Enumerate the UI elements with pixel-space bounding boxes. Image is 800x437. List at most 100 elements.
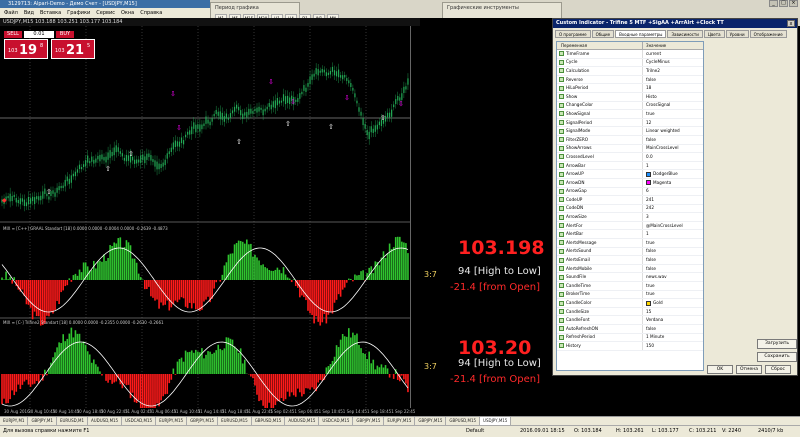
param-row[interactable]: CandleTime true xyxy=(557,282,703,291)
param-row[interactable]: Calculation Trilne2 xyxy=(557,67,703,76)
param-row[interactable]: ArrowGap 6 xyxy=(557,187,703,197)
minimize-button[interactable]: _ xyxy=(769,0,778,7)
param-value-cell[interactable]: CrossSignal xyxy=(643,102,670,110)
param-row[interactable]: AlertBar 1 xyxy=(557,230,703,240)
menu-item-3[interactable]: Графики xyxy=(67,8,90,18)
buy-button[interactable]: BUY xyxy=(56,30,74,38)
dialog-tab-3[interactable]: Зависимости xyxy=(667,30,703,38)
ok-button[interactable]: OK xyxy=(707,365,733,374)
param-value-cell[interactable]: 1 xyxy=(643,162,649,170)
param-value-cell[interactable]: false xyxy=(643,248,656,256)
param-row[interactable]: ArrowBar 1 xyxy=(557,161,703,171)
chart-tab[interactable]: GBPJPY,M1 xyxy=(28,417,57,425)
menu-item-6[interactable]: Справка xyxy=(140,8,162,18)
dialog-tab-5[interactable]: Уровни xyxy=(725,30,749,38)
param-row[interactable]: RefreshPeriod 1 Minute xyxy=(557,333,703,343)
param-value-cell[interactable]: 0.0 xyxy=(643,153,653,161)
menu-item-4[interactable]: Сервис xyxy=(96,8,115,18)
param-value-cell[interactable]: Magenta xyxy=(643,179,671,187)
chart-tab[interactable]: EURJPY,M15 xyxy=(384,417,416,425)
param-row[interactable]: Reverse false xyxy=(557,75,703,85)
param-row[interactable]: CandleSize 15 xyxy=(557,307,703,317)
chart-tab[interactable]: EURUSD,M15 xyxy=(218,417,252,425)
param-row[interactable]: ArrowDN Magenta xyxy=(557,178,703,188)
param-value-cell[interactable]: false xyxy=(643,136,656,144)
chart-tab[interactable]: GBPJPY,M15 xyxy=(353,417,385,425)
param-value-cell[interactable]: true xyxy=(643,110,655,118)
dialog-close-button[interactable]: x xyxy=(787,20,795,27)
param-row[interactable]: AutoRefreshON false xyxy=(557,325,703,334)
cancel-button[interactable]: Отмена xyxy=(736,365,762,374)
param-value-cell[interactable]: 1 xyxy=(643,230,649,238)
param-row[interactable]: SignalMode Linear weighted xyxy=(557,127,703,136)
column-variable[interactable]: Переменная xyxy=(557,42,643,49)
param-row[interactable]: ChangeColor CrossSignal xyxy=(557,101,703,111)
menu-item-5[interactable]: Окна xyxy=(121,8,134,18)
sell-price[interactable]: 103 19 8 xyxy=(4,39,48,59)
dialog-tab-2[interactable]: Входные параметры xyxy=(615,30,667,38)
chart-tab[interactable]: GBPJPY,M15 xyxy=(187,417,219,425)
param-row[interactable]: FilterZERO false xyxy=(557,135,703,145)
param-row[interactable]: ArrowUP DodgerBlue xyxy=(557,170,703,179)
param-row[interactable]: ArrowSize 3 xyxy=(557,213,703,222)
param-row[interactable]: AlertsSound false xyxy=(557,247,703,257)
param-value-cell[interactable]: 18 xyxy=(643,84,651,92)
param-row[interactable]: TimeFrame current xyxy=(557,50,703,59)
chart-tab[interactable]: GBPUSD,M15 xyxy=(446,417,481,425)
close-window-button[interactable]: × xyxy=(789,0,798,7)
param-value-cell[interactable]: current xyxy=(643,50,661,58)
param-row[interactable]: HiLoPeriod 18 xyxy=(557,84,703,93)
chart-tab[interactable]: EURJPY,M15 xyxy=(156,417,188,425)
param-value-cell[interactable]: false xyxy=(643,325,656,333)
param-value-cell[interactable]: false xyxy=(643,265,656,273)
param-value-cell[interactable]: false xyxy=(643,256,656,264)
param-value-cell[interactable]: 1 Minute xyxy=(643,334,664,342)
param-value-cell[interactable]: true xyxy=(643,239,655,247)
dialog-tab-0[interactable]: О программе xyxy=(555,30,591,38)
param-value-cell[interactable]: false xyxy=(643,76,656,84)
param-value-cell[interactable]: Gold xyxy=(643,299,663,307)
save-button[interactable]: Сохранить xyxy=(757,352,797,362)
param-value-cell[interactable]: 150 xyxy=(643,342,654,350)
chart-tab[interactable]: AUDUSD,M15 xyxy=(285,417,320,425)
param-row[interactable]: BrokerTime true xyxy=(557,290,703,300)
chart-tab[interactable]: USDCAD,M15 xyxy=(319,417,354,425)
param-row[interactable]: ShowSignal true xyxy=(557,110,703,119)
param-value-cell[interactable]: 242 xyxy=(643,205,654,213)
param-value-cell[interactable]: MainCrossLevel xyxy=(643,145,679,153)
param-row[interactable]: CandleFont Verdana xyxy=(557,316,703,325)
chart-tab[interactable]: EURUSD,M1 xyxy=(57,417,88,425)
load-button[interactable]: Загрузить xyxy=(757,339,797,349)
param-row[interactable]: Cycle CycleMinus xyxy=(557,58,703,68)
volume-input[interactable]: 0.01 xyxy=(24,30,54,38)
param-value-cell[interactable]: true xyxy=(643,282,655,290)
param-value-cell[interactable]: 12 xyxy=(643,119,651,127)
reset-button[interactable]: Сброс xyxy=(765,365,791,374)
param-value-cell[interactable]: Trilne2 xyxy=(643,67,660,75)
param-value-cell[interactable]: Histo xyxy=(643,93,657,101)
param-value-cell[interactable]: DodgerBlue xyxy=(643,170,678,178)
chart-tab[interactable]: EURJPY,M1 xyxy=(0,417,29,425)
param-value-cell[interactable]: Verdana xyxy=(643,316,663,324)
param-value-cell[interactable]: 6 xyxy=(643,188,649,196)
param-value-cell[interactable]: Linear weighted xyxy=(643,127,680,135)
param-row[interactable]: CodeDN 242 xyxy=(557,204,703,214)
param-value-cell[interactable]: 3 xyxy=(643,213,649,221)
param-value-cell[interactable]: 241 xyxy=(643,196,654,204)
param-value-cell[interactable]: @MainCrossLevel xyxy=(643,222,683,230)
param-row[interactable]: AlertsEmail false xyxy=(557,256,703,265)
param-row[interactable]: AlertsMobile false xyxy=(557,264,703,274)
menu-item-1[interactable]: Вид xyxy=(24,8,34,18)
param-row[interactable]: CrossedLevel 0.0 xyxy=(557,153,703,162)
menu-item-2[interactable]: Вставка xyxy=(40,8,61,18)
buy-price[interactable]: 103 21 5 xyxy=(51,39,95,59)
param-value-cell[interactable]: CycleMinus xyxy=(643,59,670,67)
chart-tab[interactable]: USDJPY,M15 xyxy=(480,417,512,425)
param-value-cell[interactable]: 15 xyxy=(643,308,651,316)
sell-button[interactable]: SELL xyxy=(4,30,22,38)
param-row[interactable]: CandleColor Gold xyxy=(557,299,703,308)
chart-tab[interactable]: USDCAD,M15 xyxy=(122,417,157,425)
param-row[interactable]: AlertsMessage true xyxy=(557,239,703,248)
param-row[interactable]: ShowArrows MainCrossLevel xyxy=(557,144,703,154)
param-row[interactable]: History 150 xyxy=(557,342,703,351)
